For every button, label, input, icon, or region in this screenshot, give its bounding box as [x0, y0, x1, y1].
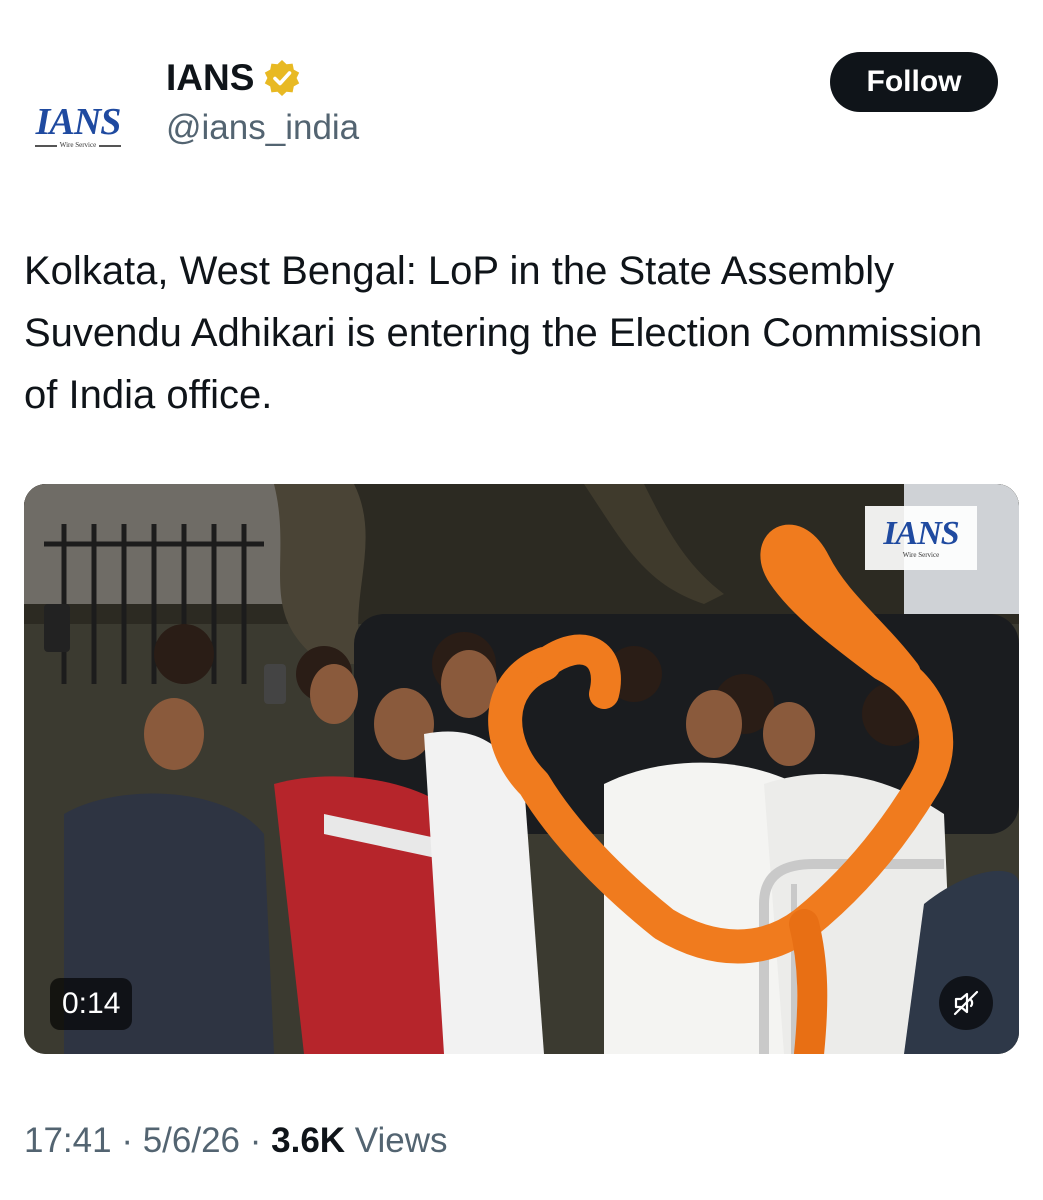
video-duration-badge: 0:14 [50, 978, 133, 1030]
meta-separator: · [111, 1121, 143, 1160]
video-watermark: IANS Wire Service [865, 506, 977, 570]
views-count[interactable]: 3.6K [271, 1118, 345, 1164]
tweet-header: IANS Wire Service IANS @ians_india Follo… [22, 50, 1002, 182]
video-player[interactable]: IANS Wire Service 0:14 [24, 484, 1019, 1054]
tweet-date[interactable]: 5/6/26 [143, 1118, 240, 1164]
author-info: IANS @ians_india [166, 56, 359, 152]
tweet-meta: 17:41 · 5/6/26 · 3.6K Views [24, 1118, 448, 1164]
mute-button[interactable] [939, 976, 993, 1030]
author-display-name[interactable]: IANS [166, 56, 254, 100]
tweet-time[interactable]: 17:41 [24, 1118, 112, 1164]
watermark-logo-text: IANS [883, 514, 959, 552]
meta-separator: · [240, 1121, 272, 1160]
follow-button[interactable]: Follow [830, 52, 998, 112]
tweet-text: Kolkata, West Bengal: LoP in the State A… [24, 249, 983, 417]
verified-badge-icon[interactable] [262, 58, 302, 98]
views-label[interactable]: Views [345, 1118, 448, 1164]
speaker-muted-icon [953, 990, 979, 1016]
author-name-row[interactable]: IANS [166, 56, 359, 100]
avatar[interactable]: IANS Wire Service [22, 70, 134, 182]
avatar-logo-sub: Wire Service [56, 140, 100, 150]
watermark-logo-sub: Wire Service [902, 550, 940, 559]
avatar-logo-text: IANS [35, 100, 122, 143]
author-handle[interactable]: @ians_india [166, 104, 359, 152]
